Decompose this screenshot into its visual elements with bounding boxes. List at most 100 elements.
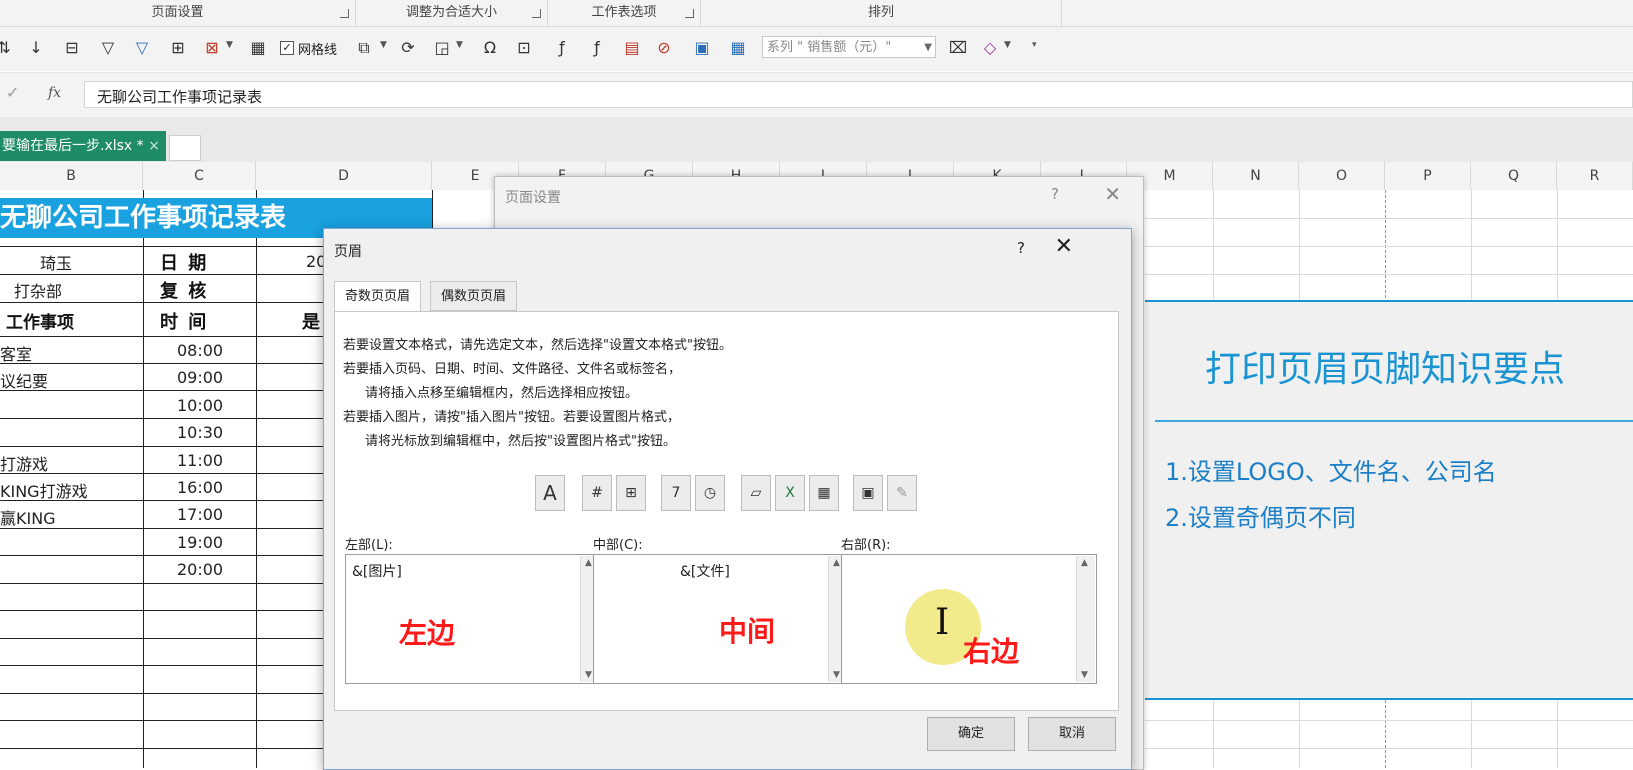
column-header[interactable]: N bbox=[1213, 162, 1299, 190]
shapes-icon[interactable]: ◲ bbox=[430, 36, 454, 60]
chevron-down-icon[interactable]: ▼ bbox=[456, 40, 463, 50]
insert-picture-button[interactable]: ▣ bbox=[853, 475, 883, 511]
customize-toolbar-icon[interactable]: ▾ bbox=[1032, 40, 1037, 50]
cell-c: 10:00 bbox=[177, 396, 224, 415]
insert-page-count-button[interactable]: ⊞ bbox=[616, 475, 646, 511]
dialog-launcher-icon[interactable] bbox=[685, 9, 694, 18]
help-button[interactable]: ? bbox=[1017, 239, 1025, 257]
ribbon-group-bar: 页面设置 调整为合适大小 工作表选项 排列 bbox=[0, 0, 1633, 27]
annotation-right: 右边 bbox=[963, 635, 1020, 668]
text-cursor-icon: I bbox=[935, 602, 950, 643]
cell-c: 11:00 bbox=[177, 451, 224, 470]
fx-label[interactable]: fx bbox=[48, 85, 61, 101]
chart-series-selector[interactable]: 系列 " 销售额（元）" ▼ bbox=[762, 36, 936, 58]
remove-duplicates-icon[interactable]: ⊠ bbox=[200, 36, 224, 60]
clear-icon[interactable]: ⊘ bbox=[652, 36, 676, 60]
gridlines-checkbox[interactable]: ✓ bbox=[280, 41, 294, 55]
refresh-link-icon[interactable]: ⟳ bbox=[396, 36, 420, 60]
close-icon[interactable]: ✕ bbox=[1104, 182, 1121, 206]
sort-icon[interactable]: ⇅ bbox=[0, 36, 16, 60]
table-icon[interactable]: ⊟ bbox=[60, 36, 84, 60]
column-header[interactable]: R bbox=[1557, 162, 1633, 190]
insert-time-button[interactable]: ◷ bbox=[695, 475, 725, 511]
group-icon[interactable]: ⧉ bbox=[352, 36, 376, 60]
insert-date-button[interactable]: 7 bbox=[661, 475, 691, 511]
cell-c: 20:00 bbox=[177, 560, 224, 579]
data-validation-icon[interactable]: ⊞ bbox=[166, 36, 190, 60]
fx-icon[interactable]: ƒ bbox=[585, 36, 609, 60]
dialog-launcher-icon[interactable] bbox=[532, 9, 541, 18]
text-frame-icon[interactable]: ▣ bbox=[690, 36, 714, 60]
format-text-button[interactable]: A bbox=[535, 475, 565, 511]
chevron-down-icon[interactable]: ▼ bbox=[380, 40, 387, 50]
chevron-down-icon[interactable]: ▼ bbox=[226, 40, 233, 50]
ok-button[interactable]: 确定 bbox=[927, 717, 1015, 751]
close-icon[interactable]: ✕ bbox=[1055, 234, 1073, 259]
column-header[interactable]: P bbox=[1385, 162, 1471, 190]
quick-toolbar: ⇅ ↓ ⊟ ▽ ▽ ⊞ ⊠ ▼ ▦ ✓ 网格线 ⧉ ▼ ⟳ ◲ ▼ Ω ⊡ ƒ … bbox=[0, 27, 1633, 71]
enter-check-icon[interactable]: ✓ bbox=[6, 83, 19, 102]
help-button[interactable]: ? bbox=[1051, 185, 1059, 203]
clear-filter-icon[interactable]: ▽ bbox=[130, 36, 154, 60]
tab-even-page-header[interactable]: 偶数页页眉 bbox=[430, 281, 518, 311]
dialog-launcher-icon[interactable] bbox=[340, 9, 349, 18]
slide-point: 1.设置LOGO、文件名、公司名 bbox=[1165, 458, 1497, 486]
fx-strike-icon[interactable]: ƒ bbox=[550, 36, 574, 60]
sort-az-icon[interactable]: ↓ bbox=[24, 36, 48, 60]
header-tab-panel: 若要设置文本格式，请先选定文本，然后选择"设置文本格式"按钮。 若要插入页码、日… bbox=[334, 311, 1119, 711]
insert-file-path-button[interactable]: ▱ bbox=[741, 475, 771, 511]
ribbon-group-label: 工作表选项 bbox=[591, 5, 657, 20]
column-header[interactable]: B bbox=[0, 162, 143, 190]
filter-icon[interactable]: ▽ bbox=[96, 36, 120, 60]
center-section-label: 中部(C): bbox=[593, 538, 643, 553]
column-header[interactable]: D bbox=[256, 162, 432, 190]
scrollbar[interactable]: ▲ ▼ bbox=[1076, 556, 1095, 682]
cell-b: 打游戏 bbox=[0, 455, 49, 474]
insert-sheet-name-button[interactable]: ▦ bbox=[809, 475, 839, 511]
layout-icon[interactable]: ▦ bbox=[726, 36, 750, 60]
grid-line bbox=[256, 190, 257, 768]
left-section-editor[interactable]: &[图片] ▲ ▼ bbox=[345, 554, 601, 684]
cancel-button[interactable]: 取消 bbox=[1028, 717, 1116, 751]
cell-c: 时 间 bbox=[160, 312, 209, 333]
grid-line bbox=[143, 190, 144, 768]
tab-odd-page-header[interactable]: 奇数页页眉 bbox=[334, 281, 422, 312]
column-header[interactable]: C bbox=[143, 162, 256, 190]
instruction-text: 若要设置文本格式，请先选定文本，然后选择"设置文本格式"按钮。 bbox=[343, 338, 732, 353]
text-box-icon[interactable]: ⊡ bbox=[512, 36, 536, 60]
insert-file-name-button[interactable]: X bbox=[775, 475, 805, 511]
insert-page-number-button[interactable]: # bbox=[582, 475, 612, 511]
annotation-left: 左边 bbox=[399, 617, 456, 650]
chevron-down-icon[interactable]: ▼ bbox=[1004, 40, 1011, 50]
grid-line bbox=[1145, 720, 1633, 721]
formula-bar: ✓ fx 无聊公司工作事项记录表 bbox=[0, 72, 1633, 118]
new-workbook-tab[interactable] bbox=[169, 135, 201, 161]
cell-c: 09:00 bbox=[177, 368, 224, 387]
instruction-text: 请将光标放到编辑框中，然后按"设置图片格式"按钮。 bbox=[365, 434, 676, 449]
scroll-up-icon[interactable]: ▲ bbox=[1081, 558, 1088, 568]
scroll-up-icon[interactable]: ▲ bbox=[585, 558, 592, 568]
close-icon[interactable]: × bbox=[148, 131, 160, 161]
scroll-down-icon[interactable]: ▼ bbox=[1081, 670, 1088, 680]
scroll-down-icon[interactable]: ▼ bbox=[833, 670, 840, 680]
ribbon-group-label: 页面设置 bbox=[151, 5, 204, 20]
comment-icon[interactable]: ⌧ bbox=[946, 36, 970, 60]
formula-input[interactable]: 无聊公司工作事项记录表 bbox=[84, 81, 1633, 108]
eraser-icon[interactable]: ◇ bbox=[978, 36, 1002, 60]
cell-b: 客室 bbox=[0, 345, 33, 364]
delete-sheet-icon[interactable]: ▤ bbox=[620, 36, 644, 60]
series-selector-value: 系列 " 销售额（元）" bbox=[767, 40, 892, 55]
grid-icon[interactable]: ▦ bbox=[246, 36, 270, 60]
scroll-down-icon[interactable]: ▼ bbox=[585, 670, 592, 680]
column-header[interactable]: Q bbox=[1471, 162, 1557, 190]
header-dialog: 页眉 ? ✕ 奇数页页眉 偶数页页眉 若要设置文本格式，请先选定文本，然后选择"… bbox=[323, 228, 1132, 770]
column-header[interactable]: O bbox=[1299, 162, 1385, 190]
workbook-tab[interactable]: 要输在最后一步.xlsx * × bbox=[0, 131, 166, 161]
right-section-label: 右部(R): bbox=[841, 538, 891, 553]
scroll-up-icon[interactable]: ▲ bbox=[833, 558, 840, 568]
omega-icon[interactable]: Ω bbox=[478, 36, 502, 60]
cell-b: 工作事项 bbox=[6, 313, 74, 333]
cell-b: KING打游戏 bbox=[0, 482, 88, 501]
gridlines-label: 网格线 bbox=[298, 43, 338, 58]
cell-c: 17:00 bbox=[177, 505, 224, 524]
